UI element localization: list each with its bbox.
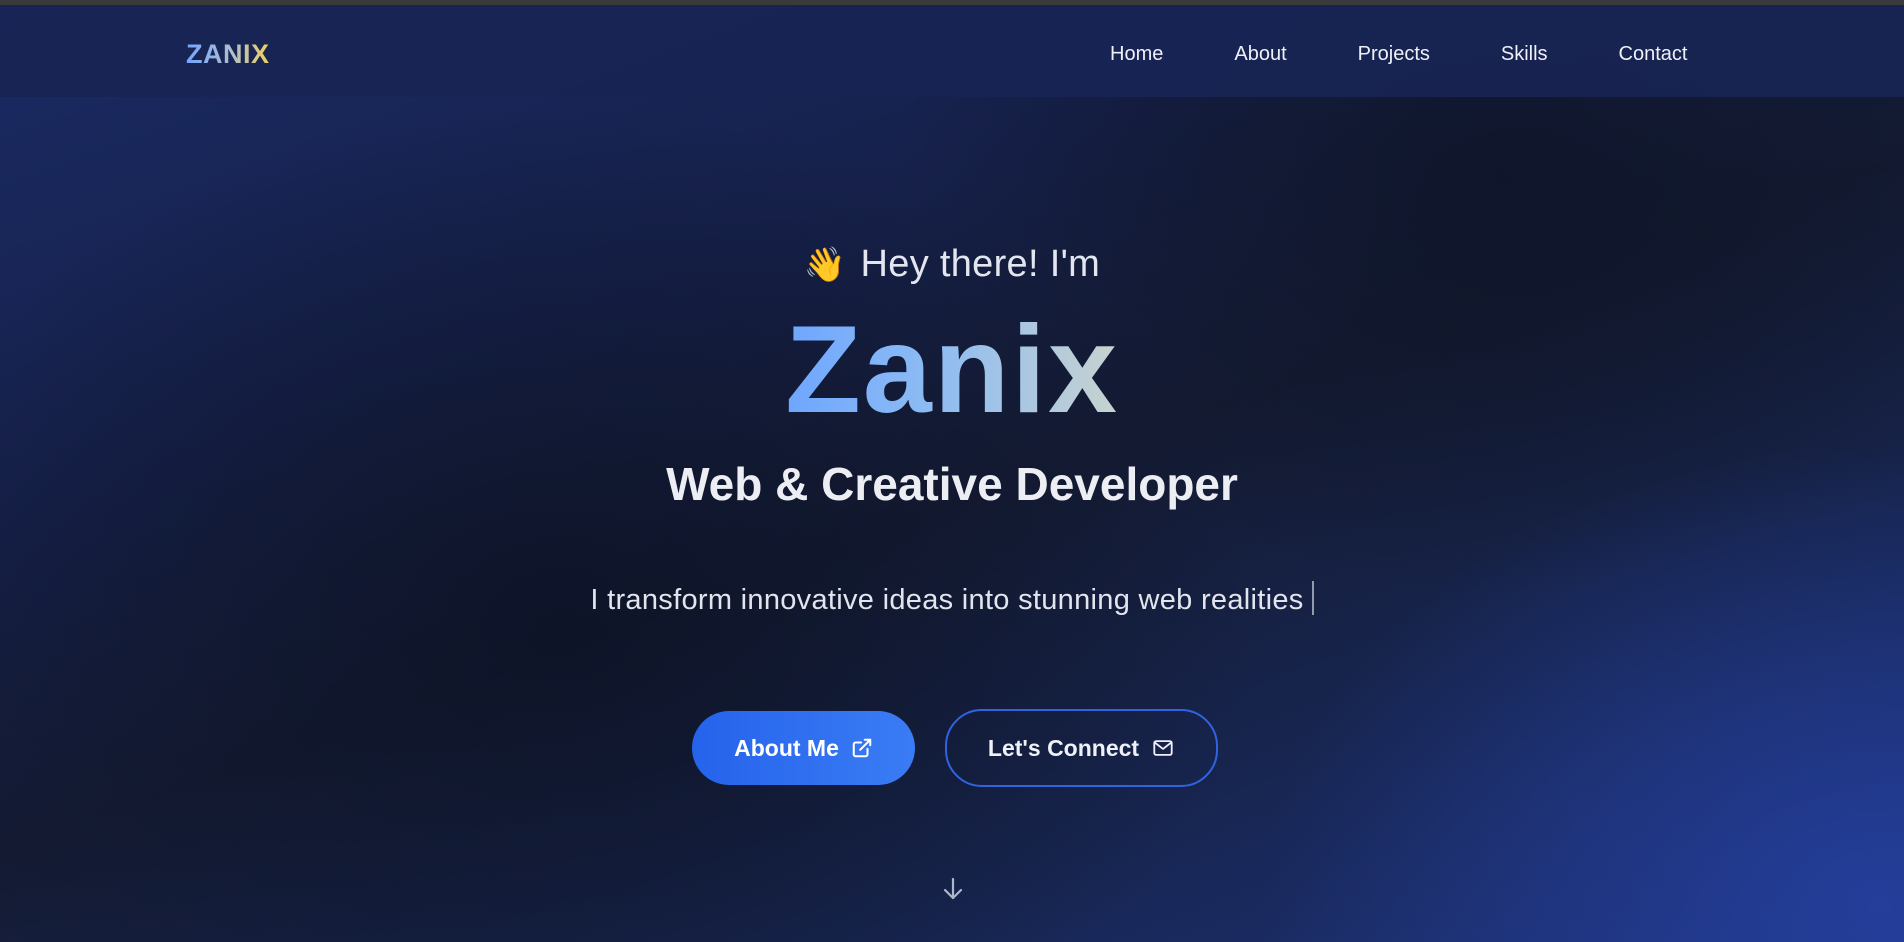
about-me-button[interactable]: About Me	[692, 711, 915, 785]
arrow-down-icon[interactable]	[941, 876, 965, 902]
typing-cursor	[1311, 581, 1314, 615]
mail-icon	[1153, 740, 1173, 756]
hero-section: 👋 Hey there! I'm Zanix Web & Creative Dev…	[0, 5, 1904, 942]
hero-greeting: 👋 Hey there! I'm	[0, 243, 1904, 286]
hero-role: Web & Creative Developer	[666, 458, 1238, 510]
greeting-text: Hey there! I'm	[860, 243, 1101, 285]
hero-name-text: Zanix	[785, 301, 1119, 439]
hero-tagline: I transform innovative ideas into stunni…	[0, 581, 1904, 617]
about-me-button-label: About Me	[734, 734, 839, 761]
external-link-icon	[852, 738, 872, 758]
lets-connect-button[interactable]: Let's Connect	[945, 709, 1218, 787]
lets-connect-button-label: Let's Connect	[987, 734, 1140, 761]
hero-name: Zanix	[0, 305, 1904, 435]
page: ZANIX Home About Projects Skills Contact…	[0, 5, 1904, 942]
hero-tagline-text: I transform innovative ideas into stunni…	[590, 584, 1304, 616]
waving-hand-icon: 👋	[803, 246, 847, 284]
